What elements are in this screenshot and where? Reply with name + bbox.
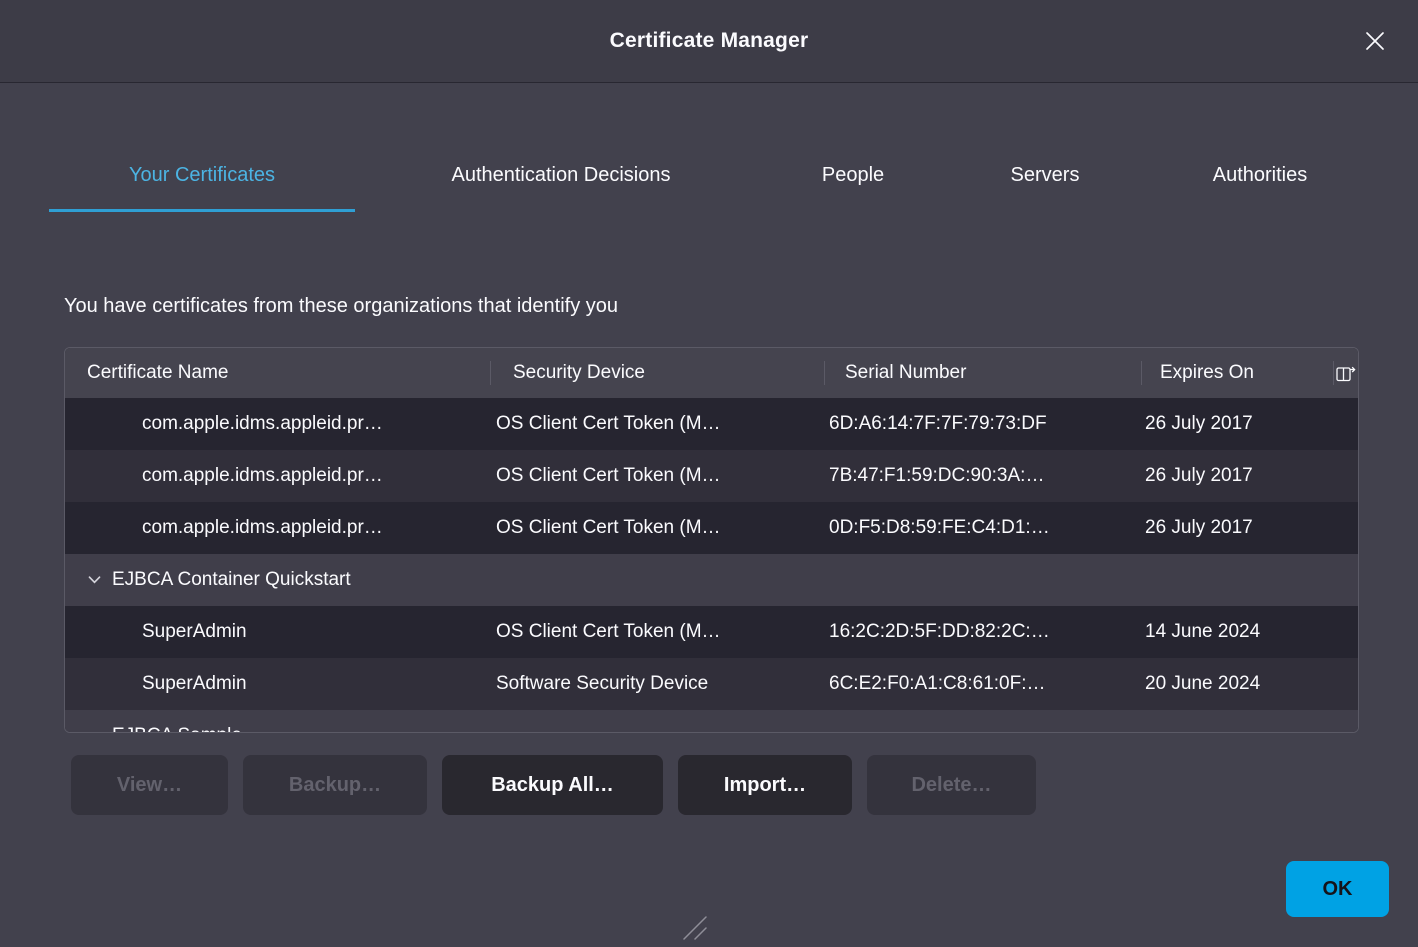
cert-name-cell: com.apple.idms.appleid.pr… (65, 413, 491, 435)
cert-name-cell: SuperAdmin (65, 673, 491, 695)
ok-button[interactable]: OK (1286, 861, 1389, 917)
dialog-titlebar: Certificate Manager (0, 0, 1418, 83)
tab-label: Servers (1011, 164, 1080, 187)
table-row[interactable]: com.apple.idms.appleid.pr… OS Client Cer… (65, 398, 1358, 450)
close-button[interactable] (1356, 22, 1394, 60)
security-device-cell: OS Client Cert Token (M… (491, 621, 825, 643)
table-header: Certificate Name Security Device Serial … (65, 348, 1358, 398)
group-label: EJBCA Sample (112, 725, 242, 733)
table-row[interactable]: SuperAdmin Software Security Device 6C:E… (65, 658, 1358, 710)
cert-name-cell: com.apple.idms.appleid.pr… (65, 465, 491, 487)
tab-authorities[interactable]: Authorities (1151, 142, 1369, 212)
group-label: EJBCA Container Quickstart (112, 569, 351, 591)
column-header-serial-number[interactable]: Serial Number (825, 348, 1142, 398)
column-header-certificate-name[interactable]: Certificate Name (65, 348, 491, 398)
serial-number-cell: 6D:A6:14:7F:7F:79:73:DF (825, 413, 1142, 435)
serial-number-cell: 0D:F5:D8:59:FE:C4:D1:… (825, 517, 1142, 539)
intro-text: You have certificates from these organiz… (64, 295, 618, 318)
expires-on-cell: 14 June 2024 (1142, 621, 1334, 643)
table-row[interactable]: SuperAdmin OS Client Cert Token (M… 16:2… (65, 606, 1358, 658)
tab-authentication-decisions[interactable]: Authentication Decisions (355, 142, 767, 212)
table-row[interactable]: com.apple.idms.appleid.pr… OS Client Cer… (65, 502, 1358, 554)
backup-button: Backup… (243, 755, 427, 815)
tab-your-certificates[interactable]: Your Certificates (49, 142, 355, 212)
chevron-down-icon[interactable] (88, 732, 101, 733)
serial-number-cell: 16:2C:2D:5F:DD:82:2C:… (825, 621, 1142, 643)
tab-servers[interactable]: Servers (939, 142, 1151, 212)
tab-people[interactable]: People (767, 142, 939, 212)
resize-grip[interactable] (680, 916, 716, 947)
security-device-cell: OS Client Cert Token (M… (491, 413, 825, 435)
security-device-cell: Software Security Device (491, 673, 825, 695)
expires-on-cell: 26 July 2017 (1142, 517, 1334, 539)
table-row[interactable]: com.apple.idms.appleid.pr… OS Client Cer… (65, 450, 1358, 502)
group-row[interactable]: EJBCA Container Quickstart (65, 554, 1358, 606)
serial-number-cell: 6C:E2:F0:A1:C8:61:0F:… (825, 673, 1142, 695)
expires-on-cell: 26 July 2017 (1142, 413, 1334, 435)
action-button-row: View… Backup… Backup All… Import… Delete… (71, 755, 1036, 815)
expires-on-cell: 26 July 2017 (1142, 465, 1334, 487)
resize-grip-icon (680, 916, 716, 942)
column-header-expires-on[interactable]: Expires On (1142, 348, 1334, 398)
import-button[interactable]: Import… (678, 755, 852, 815)
chevron-down-icon[interactable] (88, 576, 101, 584)
dialog-title: Certificate Manager (610, 29, 809, 53)
table-body: com.apple.idms.appleid.pr… OS Client Cer… (65, 398, 1358, 733)
cert-name-cell: com.apple.idms.appleid.pr… (65, 517, 491, 539)
tab-label: People (822, 164, 884, 187)
backup-all-button[interactable]: Backup All… (442, 755, 663, 815)
cert-name-cell: SuperAdmin (65, 621, 491, 643)
column-picker-button[interactable] (1334, 348, 1358, 398)
delete-button: Delete… (867, 755, 1036, 815)
security-device-cell: OS Client Cert Token (M… (491, 517, 825, 539)
tab-label: Authorities (1213, 164, 1308, 187)
expires-on-cell: 20 June 2024 (1142, 673, 1334, 695)
column-header-security-device[interactable]: Security Device (491, 348, 825, 398)
tab-bar: Your Certificates Authentication Decisio… (49, 142, 1369, 212)
security-device-cell: OS Client Cert Token (M… (491, 465, 825, 487)
tab-label: Your Certificates (129, 164, 275, 187)
tab-label: Authentication Decisions (451, 164, 670, 187)
group-row-clipped[interactable]: EJBCA Sample (65, 710, 1358, 733)
column-picker-icon (1336, 365, 1356, 382)
certificates-table: Certificate Name Security Device Serial … (64, 347, 1359, 733)
serial-number-cell: 7B:47:F1:59:DC:90:3A:… (825, 465, 1142, 487)
close-icon (1363, 29, 1387, 53)
view-button: View… (71, 755, 228, 815)
